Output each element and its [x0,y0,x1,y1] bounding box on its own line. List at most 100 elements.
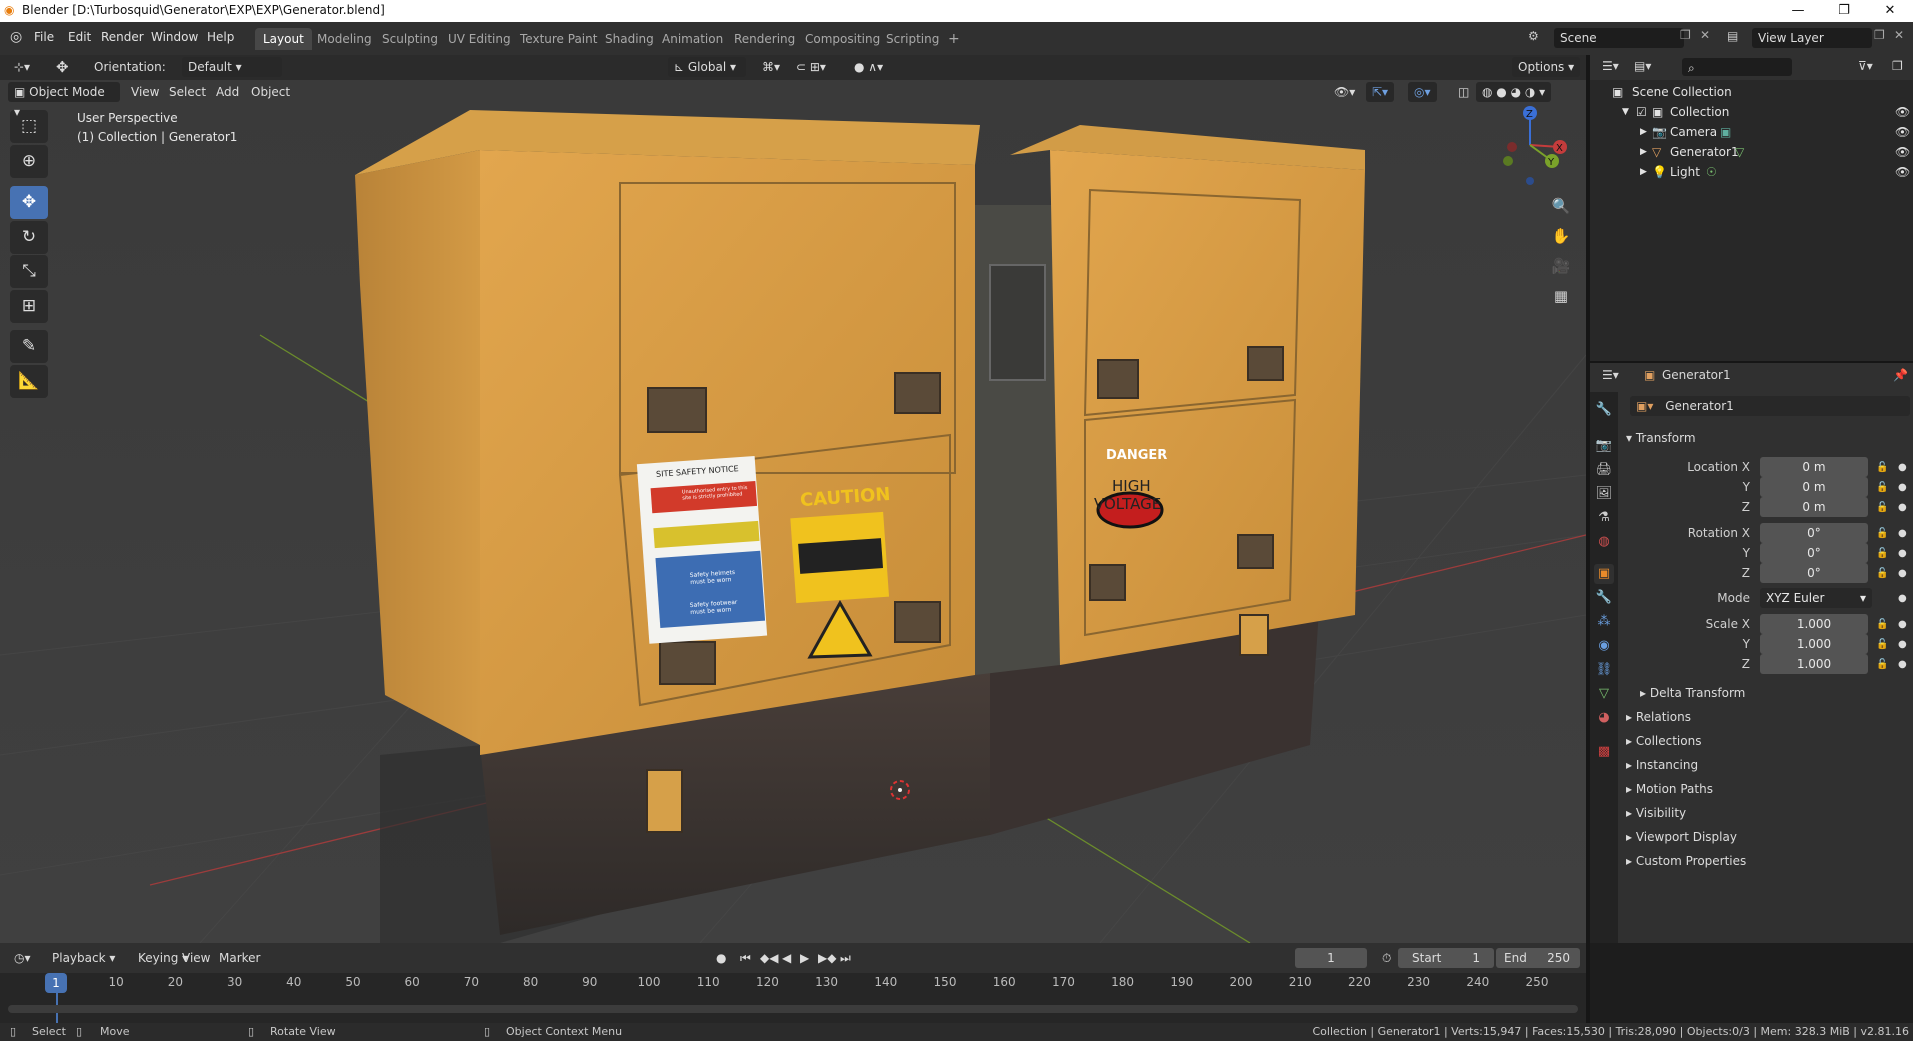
rotation-z-field[interactable]: 0° [1760,563,1868,583]
eye-icon[interactable]: 👁 [1895,102,1910,122]
object-tab-icon[interactable]: ▣ [1594,564,1614,584]
stopwatch-icon[interactable]: ⏱ [1376,948,1397,968]
output-tab-icon[interactable]: 🖨 [1594,460,1614,480]
menu-add[interactable]: Add [210,82,245,102]
overlay-toggle-icon[interactable]: ◎▾ [1408,82,1437,102]
menu-timeline-view[interactable]: View [176,948,216,968]
lock-icon[interactable]: 🔓 [1876,548,1888,559]
lock-icon[interactable]: 🔓 [1876,568,1888,579]
tab-texture-paint[interactable]: Texture Paint [512,28,605,50]
annotate-tool-button[interactable]: ✎ [10,330,48,363]
scene-tab-icon[interactable]: ⚗ [1594,508,1614,528]
eye-icon[interactable]: 👁 [1895,162,1910,182]
outliner-item-light[interactable]: ▶ 💡 Light ☉ 👁 [1590,162,1913,182]
rotate-tool-button[interactable]: ↻ [10,221,48,254]
3d-viewport[interactable]: SITE SAFETY NOTICE Unauthorised entry to… [0,55,1586,943]
keyframe-dot-icon[interactable]: ● [1898,548,1907,559]
tab-layout[interactable]: Layout [255,28,312,50]
blender-menu-icon[interactable]: ◎ [10,29,22,45]
outliner-editor-icon[interactable]: ☰▾ [1602,59,1619,73]
move-tool-button[interactable]: ✥ [10,186,48,219]
modifier-tab-icon[interactable]: 🔧 [1594,588,1614,608]
cursor-tool-button[interactable]: ⊕ [10,145,48,178]
location-x-field[interactable]: 0 m [1760,457,1868,477]
pivot-icon[interactable]: ⌘▾ [756,57,786,77]
transform-tool-button[interactable]: ⊞ [10,290,48,323]
tab-animation[interactable]: Animation [654,28,731,50]
keyframe-dot-icon[interactable]: ● [1898,659,1907,670]
properties-editor-icon[interactable]: ☰▾ [1602,368,1619,382]
keyframe-dot-icon[interactable]: ● [1898,619,1907,630]
zoom-icon[interactable]: 🔍 [1548,193,1574,219]
lock-icon[interactable]: 🔓 [1876,482,1888,493]
scene-remove-icon[interactable]: ✕ [1700,28,1710,42]
keyframe-dot-icon[interactable]: ● [1898,502,1907,513]
viewport-display-panel-header[interactable]: ▸ Viewport Display [1626,830,1737,844]
eye-icon[interactable]: 👁 [1895,142,1910,162]
expand-arrow-icon[interactable]: ▶ [1640,162,1647,182]
location-z-field[interactable]: 0 m [1760,497,1868,517]
tab-rendering[interactable]: Rendering [726,28,803,50]
particles-tab-icon[interactable]: ⁂ [1594,612,1614,632]
scale-y-field[interactable]: 1.000 [1760,634,1868,654]
outliner-item-collection[interactable]: ▼ ☑ ▣ Collection 👁 [1590,102,1913,122]
rotation-y-field[interactable]: 0° [1760,543,1868,563]
delta-transform-subpanel[interactable]: ▸ Delta Transform [1640,686,1745,700]
pan-hand-icon[interactable]: ✋ [1548,223,1574,249]
proportional-edit-icon[interactable]: ● ∧▾ [848,57,889,77]
menu-playback[interactable]: Playback ▾ [46,948,121,968]
world-tab-icon[interactable]: ◍ [1594,532,1614,552]
pin-icon[interactable]: 📌 [1893,368,1908,382]
transform-space-dropdown[interactable]: ⊾ Global ▾ [668,57,746,77]
display-mode-icon[interactable]: ▤▾ [1634,59,1651,73]
new-collection-icon[interactable]: ❐ [1892,59,1903,73]
menu-render[interactable]: Render [101,30,144,44]
menu-help[interactable]: Help [207,30,234,44]
mode-dropdown[interactable]: ▣ Object Mode ▾ [8,82,120,119]
motion-paths-panel-header[interactable]: ▸ Motion Paths [1626,782,1713,796]
view-layer-new-icon[interactable]: ❐ [1874,28,1885,42]
location-y-field[interactable]: 0 m [1760,477,1868,497]
keyframe-dot-icon[interactable]: ● [1898,568,1907,579]
expand-arrow-icon[interactable]: ▶ [1640,142,1647,162]
scale-z-field[interactable]: 1.000 [1760,654,1868,674]
lock-icon[interactable]: 🔓 [1876,619,1888,630]
expand-arrow-icon[interactable]: ▶ [1640,122,1647,142]
view-layer-remove-icon[interactable]: ✕ [1894,28,1904,42]
menu-view[interactable]: View [125,82,165,102]
view-layer-icon[interactable]: ▤ [1727,29,1738,43]
keyframe-dot-icon[interactable]: ● [1898,462,1907,473]
menu-edit[interactable]: Edit [68,30,91,44]
transform-panel-header[interactable]: ▾ Transform [1626,431,1696,445]
lock-icon[interactable]: 🔓 [1876,528,1888,539]
visibility-icon[interactable]: 👁▾ [1328,82,1361,102]
record-icon[interactable]: ● [710,948,732,968]
navigation-gizmo[interactable]: Z X Y [1490,105,1570,185]
relations-panel-header[interactable]: ▸ Relations [1626,710,1691,724]
add-workspace-button[interactable]: + [940,28,968,50]
menu-window[interactable]: Window [151,30,198,44]
ortho-grid-icon[interactable]: ▦ [1548,283,1574,309]
scale-x-field[interactable]: 1.000 [1760,614,1868,634]
eye-icon[interactable]: 👁 [1895,122,1910,142]
menu-file[interactable]: File [34,30,54,44]
options-dropdown[interactable]: Options ▾ [1512,57,1581,77]
rotation-x-field[interactable]: 0° [1760,523,1868,543]
lock-icon[interactable]: 🔓 [1876,659,1888,670]
constraints-tab-icon[interactable]: ⛓ [1594,660,1614,680]
checkbox-icon[interactable]: ☑ [1636,102,1647,122]
visibility-panel-header[interactable]: ▸ Visibility [1626,806,1686,820]
outliner-item-camera[interactable]: ▶ 📷 Camera ▣ 👁 [1590,122,1913,142]
outliner-search-input[interactable]: ⌕ [1682,58,1792,76]
tab-modeling[interactable]: Modeling [309,28,380,50]
menu-select[interactable]: Select [163,82,212,102]
filter-icon[interactable]: ⊽▾ [1858,59,1873,73]
lock-icon[interactable]: 🔓 [1876,502,1888,513]
close-button[interactable]: ✕ [1867,0,1913,22]
snap-icon[interactable]: ⊂ ⊞▾ [790,57,832,77]
data-tab-icon[interactable]: ▽ [1594,684,1614,704]
view-layer-tab-icon[interactable]: 🖼 [1594,484,1614,504]
view-layer-field[interactable]: View Layer [1752,28,1872,48]
outliner-item-generator1[interactable]: ▶ ▽ Generator1 ▽ 👁 [1590,142,1913,162]
camera-view-icon[interactable]: 🎥 [1548,253,1574,279]
